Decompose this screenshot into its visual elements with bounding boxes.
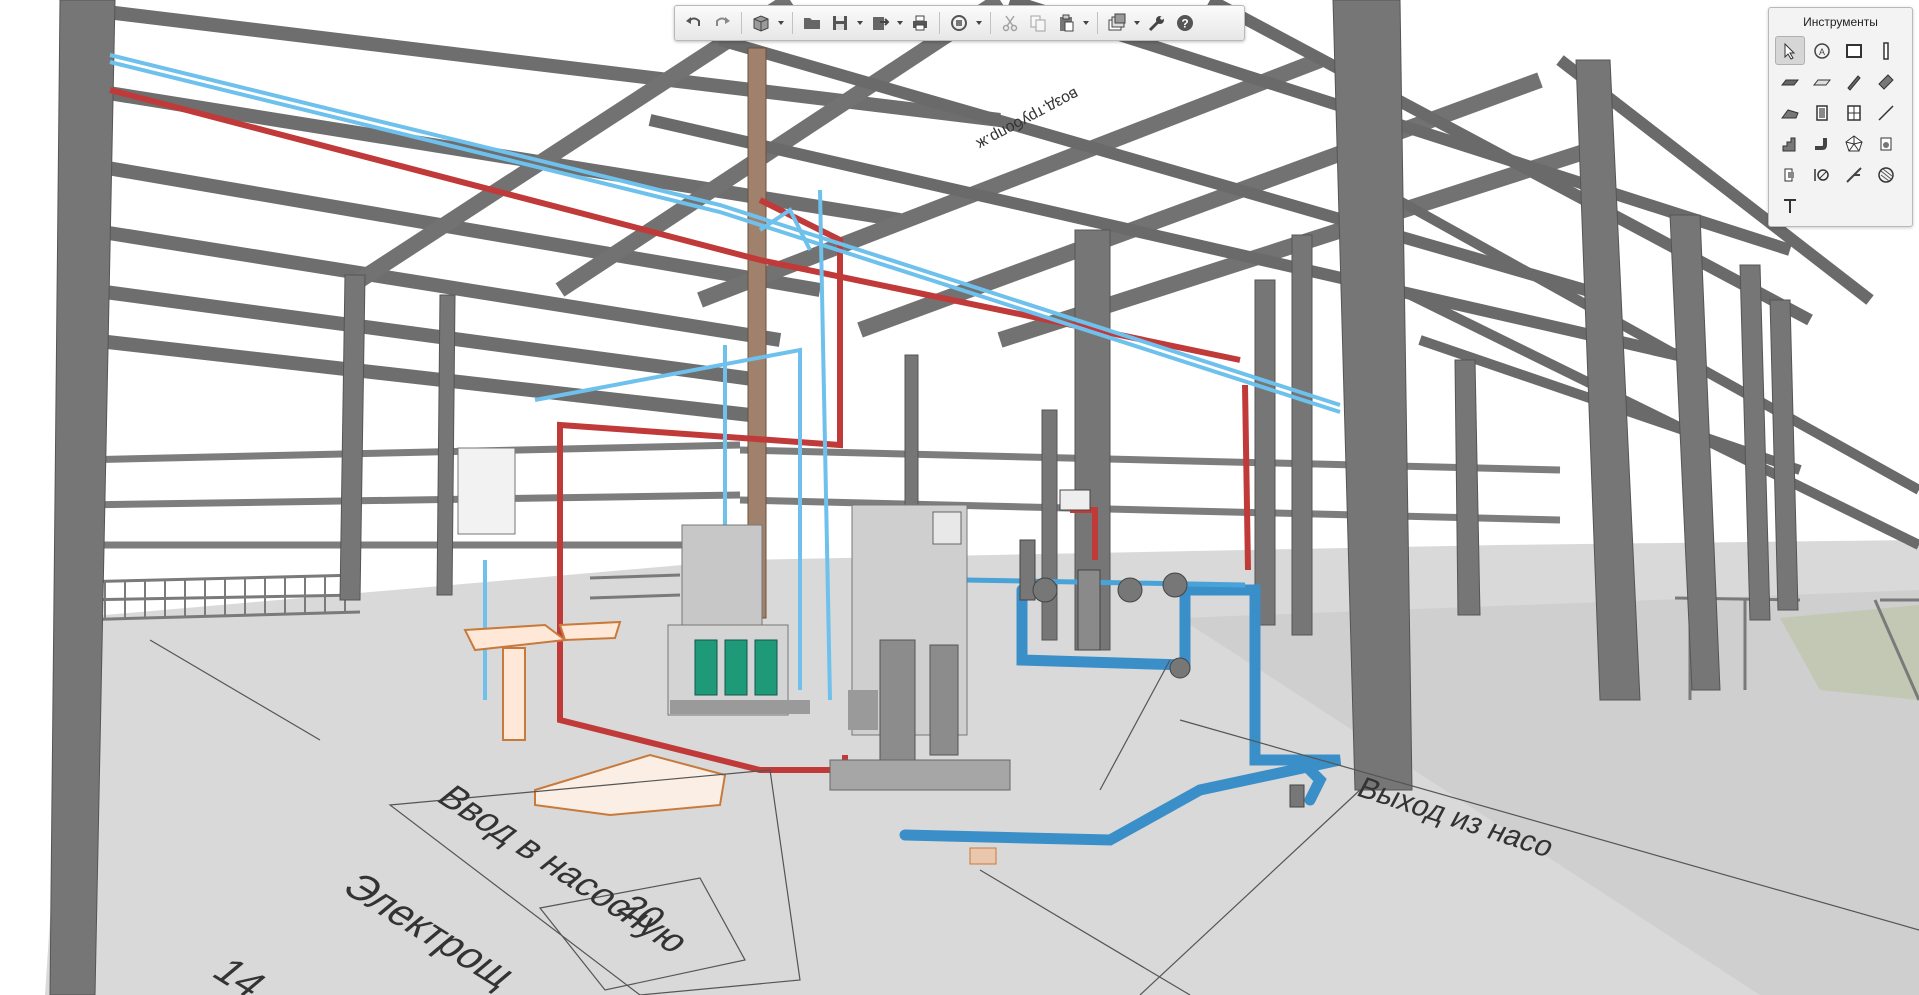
settings-button[interactable]	[1144, 9, 1170, 37]
wrench-icon	[1148, 16, 1164, 32]
tool-door[interactable]	[1807, 98, 1837, 127]
tool-marker[interactable]: A	[1807, 36, 1837, 65]
beam-icon	[1878, 73, 1894, 90]
paste-button[interactable]	[1053, 9, 1079, 37]
tool-line[interactable]	[1871, 98, 1901, 127]
tools-palette: Инструменты A	[1768, 7, 1913, 227]
tool-valve[interactable]	[1807, 160, 1837, 189]
paste-icon	[1060, 14, 1074, 32]
tool-polyhedron[interactable]	[1839, 129, 1869, 158]
copy-icon	[1030, 15, 1046, 32]
orbit-button[interactable]	[946, 9, 972, 37]
views-button[interactable]	[748, 9, 774, 37]
plate-icon	[1812, 79, 1832, 85]
cable-tray-icon	[1878, 166, 1894, 183]
roof-icon	[1781, 108, 1799, 118]
tool-plate[interactable]	[1807, 67, 1837, 96]
printer-icon	[913, 15, 927, 31]
copy-button[interactable]	[1025, 9, 1051, 37]
pencil-icon	[1847, 74, 1861, 91]
select-arrow-icon	[1784, 42, 1796, 60]
tool-branch[interactable]	[1839, 160, 1869, 189]
save-button[interactable]	[827, 9, 853, 37]
print-button[interactable]	[907, 9, 933, 37]
tool-window[interactable]	[1839, 98, 1869, 127]
tool-stair[interactable]	[1775, 129, 1805, 158]
tool-select[interactable]	[1775, 36, 1805, 65]
tool-text[interactable]	[1775, 191, 1805, 220]
redo-icon	[716, 17, 730, 26]
slab-icon	[1780, 79, 1800, 85]
polyhedron-icon	[1845, 134, 1863, 151]
views-dropdown[interactable]	[776, 9, 786, 37]
scissors-icon	[1002, 15, 1018, 32]
branch-icon	[1846, 166, 1862, 183]
export-dropdown[interactable]	[895, 9, 905, 37]
toolbar-separator	[1097, 12, 1098, 34]
svg-text:A: A	[1819, 47, 1825, 57]
marker-icon: A	[1814, 42, 1830, 59]
undo-button[interactable]	[681, 9, 707, 37]
orbit-dropdown[interactable]	[974, 9, 984, 37]
cut-button[interactable]	[997, 9, 1023, 37]
toolbar-separator	[741, 12, 742, 34]
windows-button[interactable]	[1104, 9, 1130, 37]
valve-icon	[1814, 168, 1829, 181]
help-button[interactable]: ?	[1172, 9, 1198, 37]
line-icon	[1878, 104, 1894, 121]
door-icon	[1816, 104, 1828, 121]
cube-views-icon	[753, 15, 769, 32]
rectangle-icon	[1846, 43, 1862, 58]
tool-cable-tray[interactable]	[1871, 160, 1901, 189]
orbit-icon	[951, 15, 967, 31]
tool-pipe[interactable]	[1807, 129, 1837, 158]
tool-slab[interactable]	[1775, 67, 1805, 96]
main-toolbar: ?	[674, 5, 1245, 41]
tool-equipment[interactable]	[1871, 129, 1901, 158]
toolbar-separator	[792, 12, 793, 34]
folder-open-icon	[804, 18, 820, 29]
window-icon	[1847, 104, 1861, 121]
toolbar-separator	[990, 12, 991, 34]
redo-button[interactable]	[709, 9, 735, 37]
save-dropdown[interactable]	[855, 9, 865, 37]
windows-dropdown[interactable]	[1132, 9, 1142, 37]
tool-beam[interactable]	[1871, 67, 1901, 96]
wall-boiler	[457, 447, 516, 535]
help-icon: ?	[1177, 15, 1193, 31]
column-icon	[1883, 41, 1889, 60]
tool-fitting[interactable]	[1775, 160, 1805, 189]
fitting-icon	[1784, 168, 1794, 181]
floppy-save-icon	[833, 16, 847, 30]
equipment-icon	[1880, 137, 1892, 150]
3d-viewport[interactable]: Ввод в насосную Выход из насо Электрощ 1…	[0, 0, 1919, 995]
stair-icon	[1782, 137, 1796, 151]
tool-pencil[interactable]	[1839, 67, 1869, 96]
toolbar-separator	[939, 12, 940, 34]
text-icon	[1784, 198, 1796, 213]
svg-text:?: ?	[1181, 17, 1188, 31]
windows-icon	[1108, 13, 1126, 31]
paste-dropdown[interactable]	[1081, 9, 1091, 37]
export-icon	[873, 17, 890, 30]
tool-roof[interactable]	[1775, 98, 1805, 127]
tool-column[interactable]	[1871, 36, 1901, 65]
tool-rectangle[interactable]	[1839, 36, 1869, 65]
palette-title: Инструменты	[1803, 15, 1878, 29]
open-button[interactable]	[799, 9, 825, 37]
undo-icon	[686, 17, 700, 26]
pipe-icon	[1815, 137, 1827, 150]
palette-grid: A	[1769, 34, 1912, 222]
export-button[interactable]	[867, 9, 893, 37]
